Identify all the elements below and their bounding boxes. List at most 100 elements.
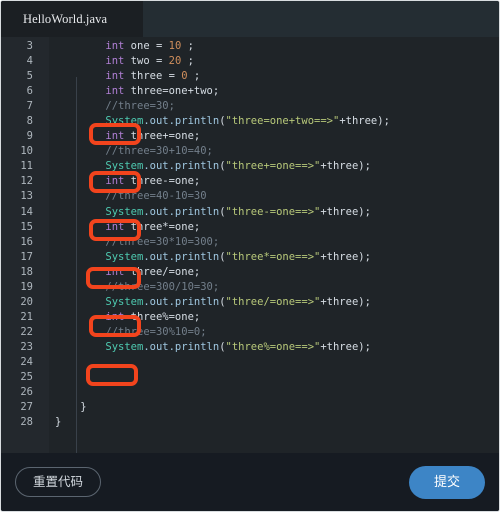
line-number: 4: [26, 55, 33, 68]
line-number: 15: [20, 220, 33, 233]
code-line[interactable]: 6 int three=one+two;: [1, 84, 499, 99]
code-line[interactable]: 10 //three=30+10=40;: [1, 144, 499, 159]
line-content[interactable]: //three=300/10=30;: [41, 280, 499, 295]
code-token: ;: [181, 40, 194, 52]
code-token: //three=40-10=30: [105, 190, 207, 203]
line-content[interactable]: int three%=one;: [41, 310, 499, 325]
code-token: int: [105, 40, 125, 52]
line-content[interactable]: int three/=one;: [41, 265, 499, 280]
line-number: 16: [20, 235, 33, 248]
line-content[interactable]: //three=30;: [41, 99, 499, 114]
line-content[interactable]: //three=30*10=300;: [41, 235, 499, 250]
line-content[interactable]: }: [41, 415, 499, 430]
code-line[interactable]: 26: [1, 385, 499, 400]
code-token: //three=30+10=40;: [105, 145, 213, 158]
code-line[interactable]: 27}: [1, 400, 499, 415]
line-content[interactable]: int one = 10 ;: [41, 39, 499, 54]
code-line[interactable]: 23 System.out.println("three%=one==>"+thr…: [1, 340, 499, 355]
line-number: 14: [20, 205, 33, 218]
submit-button[interactable]: 提交: [408, 465, 485, 499]
code-line[interactable]: 22 //three=30%10=0;: [1, 325, 499, 340]
code-token: //three=30*10=300;: [105, 235, 220, 248]
line-number: 13: [20, 190, 33, 203]
line-content[interactable]: //three=30+10=40;: [41, 144, 499, 159]
line-number: 5: [26, 70, 33, 83]
line-content[interactable]: System.out.println("three*=one==>"+three…: [41, 250, 499, 265]
code-token: three =: [124, 70, 182, 83]
code-token: System: [105, 115, 144, 128]
code-token: .out.println: [143, 295, 220, 308]
code-token: +three);: [320, 250, 371, 263]
code-line[interactable]: 16 //three=30*10=300;: [1, 235, 499, 250]
code-token: three-=one;: [124, 175, 201, 188]
code-line[interactable]: 24: [1, 355, 499, 370]
code-line[interactable]: 3 int one = 10 ;: [1, 39, 499, 54]
code-token: "three+=one==>": [225, 160, 321, 173]
line-content[interactable]: int three*=one;: [41, 220, 499, 235]
action-bar: 重置代码 提交: [1, 453, 499, 511]
editor-tab-bar: HelloWorld.java: [1, 1, 499, 37]
code-editor[interactable]: 3 int one = 10 ; 4 int two = 20 ; 5 int three…: [1, 37, 499, 453]
code-token: //three=300/10=30;: [105, 280, 220, 293]
tab-label: HelloWorld.java: [23, 11, 108, 26]
line-content[interactable]: int three+=one;: [41, 129, 499, 144]
code-token: three+=one;: [124, 130, 201, 143]
line-number: 6: [26, 85, 33, 98]
code-lines-container[interactable]: 3 int one = 10 ; 4 int two = 20 ; 5 int three…: [1, 37, 499, 453]
code-line[interactable]: 18 int three/=one;: [1, 265, 499, 280]
code-token: int: [105, 310, 125, 323]
code-token: int: [105, 85, 125, 98]
line-content[interactable]: System.out.println("three+=one==>"+three…: [41, 159, 499, 174]
line-content[interactable]: int three = 0 ;: [41, 69, 499, 84]
code-line[interactable]: 13 //three=40-10=30: [1, 189, 499, 204]
line-content[interactable]: System.out.println("three%=one==>"+three…: [41, 340, 499, 355]
code-token: int: [105, 70, 125, 83]
line-content[interactable]: System.out.println("three/=one==>"+three…: [41, 295, 499, 310]
code-line[interactable]: 19 //three=300/10=30;: [1, 280, 499, 295]
line-number: 23: [20, 340, 33, 353]
line-number: 27: [20, 401, 33, 414]
line-number: 19: [20, 280, 33, 293]
code-token: //three=30;: [105, 100, 175, 113]
code-token: "three/=one==>": [225, 295, 321, 308]
code-line[interactable]: 25: [1, 370, 499, 385]
code-token: 20: [168, 55, 182, 68]
line-content[interactable]: int two = 20 ;: [41, 54, 499, 69]
line-number: 26: [20, 386, 33, 399]
line-content[interactable]: System.out.println("three-=one==>"+three…: [41, 205, 499, 220]
reset-code-button[interactable]: 重置代码: [15, 466, 102, 498]
tab-helloworld-java[interactable]: HelloWorld.java: [1, 1, 143, 37]
line-content[interactable]: //three=30%10=0;: [41, 325, 499, 340]
code-line[interactable]: 12 int three-=one;: [1, 174, 499, 189]
line-number: 22: [20, 325, 33, 338]
code-line[interactable]: 21 int three%=one;: [1, 310, 499, 325]
code-token: +three);: [339, 115, 390, 128]
code-token: System: [105, 250, 144, 263]
code-line[interactable]: 4 int two = 20 ;: [1, 54, 499, 69]
code-token: two =: [124, 55, 169, 68]
line-number: 17: [20, 250, 33, 263]
code-line[interactable]: 15 int three*=one;: [1, 220, 499, 235]
code-token: System: [105, 205, 144, 218]
line-content[interactable]: System.out.println("three=one+two==>"+th…: [41, 114, 499, 129]
code-token: ;: [181, 55, 194, 68]
code-line[interactable]: 9 int three+=one;: [1, 129, 499, 144]
line-number: 3: [26, 40, 33, 52]
line-content[interactable]: int three=one+two;: [41, 84, 499, 99]
code-line[interactable]: 8 System.out.println("three=one+two==>"+t…: [1, 114, 499, 129]
line-content[interactable]: int three-=one;: [41, 174, 499, 189]
code-token: .out.println: [143, 250, 220, 263]
code-line[interactable]: 17 System.out.println("three*=one==>"+thr…: [1, 250, 499, 265]
code-line[interactable]: 7 //three=30;: [1, 99, 499, 114]
code-line[interactable]: 20 System.out.println("three/=one==>"+thr…: [1, 295, 499, 310]
line-content[interactable]: //three=40-10=30: [41, 189, 499, 204]
code-line[interactable]: 14 System.out.println("three-=one==>"+thr…: [1, 205, 499, 220]
code-line[interactable]: 11 System.out.println("three+=one==>"+thr…: [1, 159, 499, 174]
line-number: 12: [20, 175, 33, 188]
code-token: +three);: [320, 205, 371, 218]
code-line[interactable]: 5 int three = 0 ;: [1, 69, 499, 84]
line-content[interactable]: }: [41, 400, 499, 415]
line-number: 10: [20, 145, 33, 158]
code-line[interactable]: 28}: [1, 415, 499, 430]
code-token: "three=one+two==>": [225, 115, 340, 128]
